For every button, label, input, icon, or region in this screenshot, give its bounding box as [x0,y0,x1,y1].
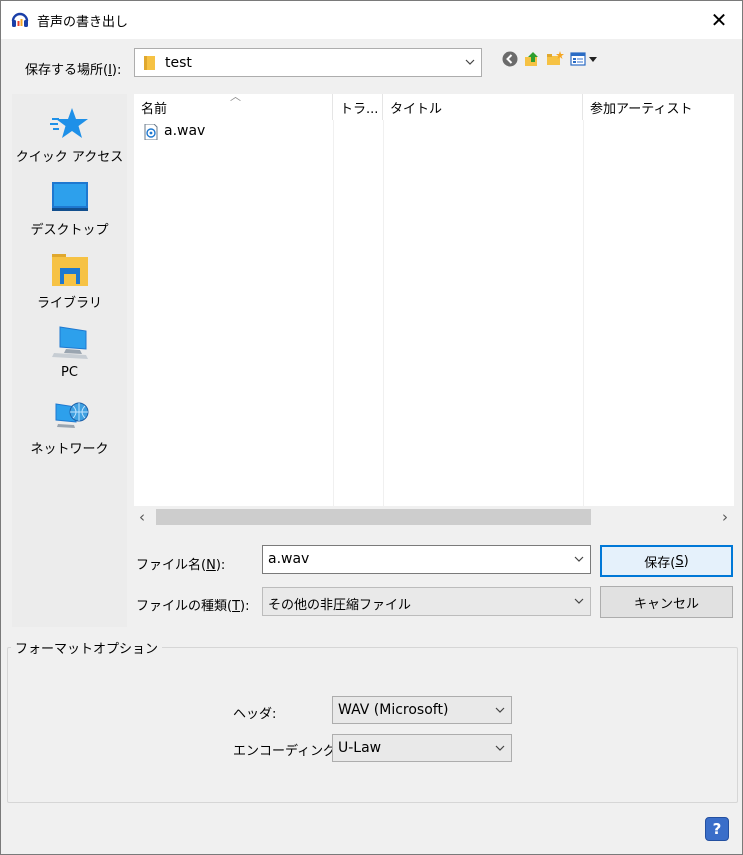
place-pc[interactable]: PC [12,325,127,380]
filename-input[interactable]: a.wav [262,545,591,574]
help-icon: ? [712,820,722,838]
header-select[interactable]: WAV (Microsoft) [332,696,512,724]
place-label: ネットワーク [30,442,109,457]
network-icon [55,402,88,428]
place-quick-access[interactable]: クイック アクセス [12,106,127,165]
star-icon [49,108,88,138]
scroll-left-icon[interactable]: ‹ [139,508,145,526]
chevron-down-icon [495,745,505,751]
place-label: PC [61,365,78,380]
help-button[interactable]: ? [705,817,729,841]
view-menu-icon[interactable] [570,50,598,68]
back-icon[interactable] [501,50,519,68]
header-label: ヘッダ: [233,707,277,722]
close-button[interactable]: ✕ [696,1,742,39]
filename-value: a.wav [268,551,310,567]
column-divider [583,120,584,506]
save-location-combo[interactable]: test [134,48,482,77]
column-header-title[interactable]: タイトル [383,94,583,120]
audio-file-icon [144,124,158,140]
new-folder-icon[interactable] [546,50,564,68]
close-icon: ✕ [710,8,728,32]
title-bar: 音声の書き出し ✕ [1,1,742,39]
format-options-group [7,647,738,803]
place-network[interactable]: ネットワーク [12,398,127,457]
place-label: デスクトップ [30,223,109,238]
filename-label: ファイル名(N): [136,558,226,573]
encoding-value: U-Law [338,740,382,756]
place-library[interactable]: ライブラリ [12,252,127,311]
column-header-track[interactable]: トラ... [333,94,383,120]
file-list[interactable]: ︿ 名前 トラ... タイトル 参加アーティスト a.wav [134,90,734,506]
filetype-label: ファイルの種類(T): [136,599,250,614]
up-folder-icon[interactable] [523,50,541,68]
horizontal-scrollbar[interactable]: ‹ › [134,506,734,528]
column-header-name[interactable]: 名前 [134,94,333,120]
place-label: ライブラリ [36,296,102,311]
pc-icon [51,326,88,359]
window-title: 音声の書き出し [37,15,129,30]
encoding-label: エンコーディング: [233,744,341,759]
file-name: a.wav [164,123,206,139]
scroll-right-icon[interactable]: › [722,508,728,526]
chevron-down-icon [574,598,584,604]
chevron-down-icon[interactable] [573,553,585,565]
scrollbar-thumb[interactable] [156,509,591,525]
column-divider [383,120,384,506]
library-icon [51,254,88,286]
column-divider [333,120,334,506]
desktop-icon [51,182,88,211]
save-location-label: 保存する場所(I): [25,63,122,78]
format-options-title: フォーマットオプション [11,638,163,657]
places-bar: クイック アクセス デスクトップ ライブラリ PC ネットワーク [12,94,127,627]
save-location-value: test [165,55,192,71]
folder-icon [144,56,155,70]
place-label: クイック アクセス [15,150,124,165]
headphones-icon [11,12,29,27]
header-value: WAV (Microsoft) [338,702,449,718]
save-button[interactable]: 保存(S) [600,545,733,577]
cancel-button[interactable]: キャンセル [600,586,733,618]
encoding-select[interactable]: U-Law [332,734,512,762]
filetype-value: その他の非圧縮ファイル [268,598,412,613]
chevron-down-icon [465,59,475,65]
place-desktop[interactable]: デスクトップ [12,179,127,238]
column-header-artist[interactable]: 参加アーティスト [583,94,734,120]
chevron-down-icon [495,707,505,713]
export-audio-dialog: 音声の書き出し ✕ 保存する場所(I): test クイック アクセス デスクト… [0,0,743,855]
filetype-select[interactable]: その他の非圧縮ファイル [262,587,591,616]
